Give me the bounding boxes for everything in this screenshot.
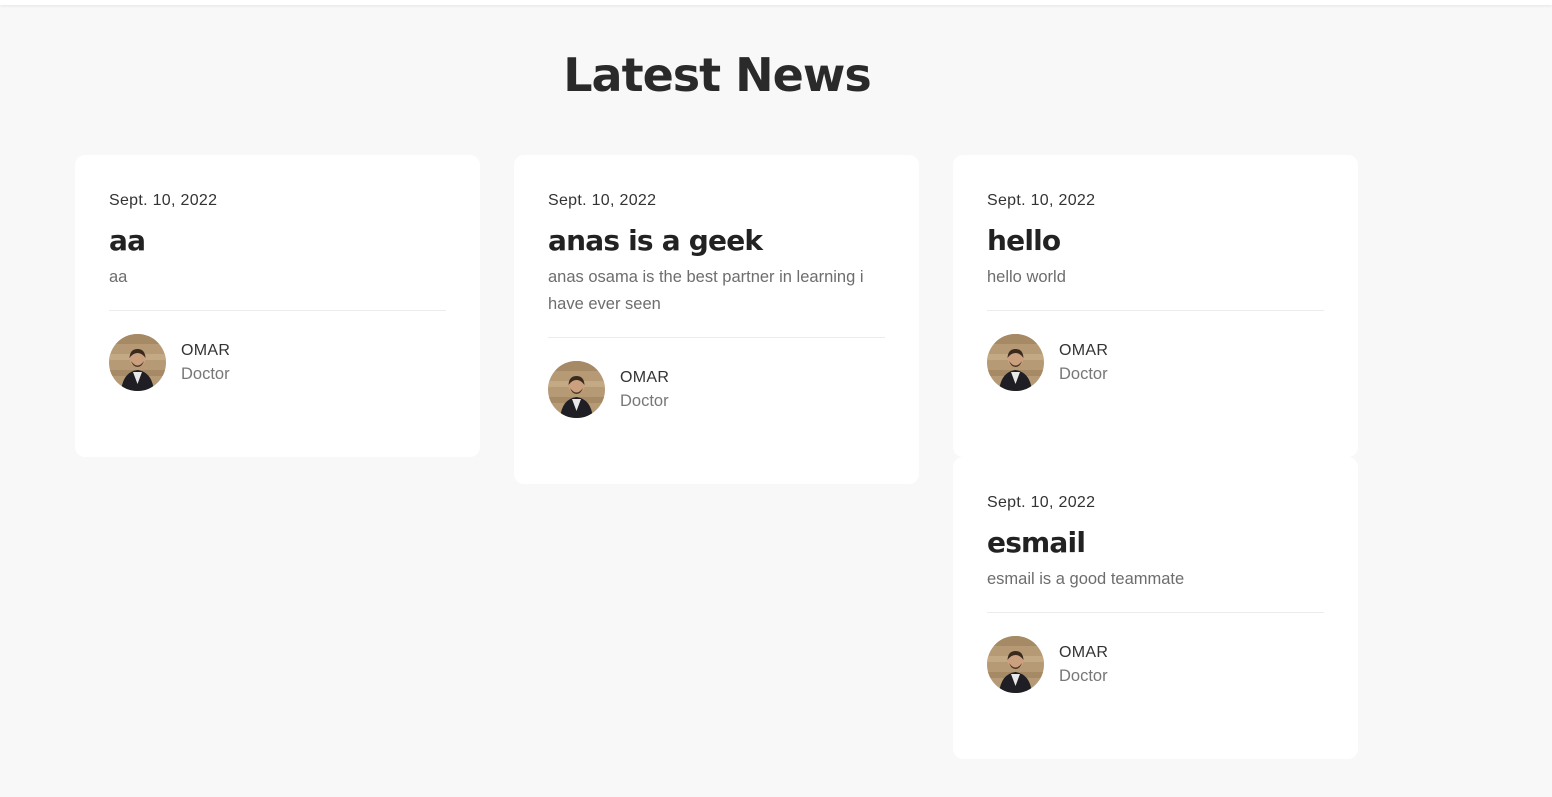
news-card[interactable]: Sept. 10, 2022 anas is a geek anas osama… xyxy=(514,155,919,484)
author-avatar xyxy=(987,334,1044,391)
header-bar xyxy=(0,0,1552,5)
author-role: Doctor xyxy=(1059,666,1108,685)
author-name: OMAR xyxy=(1059,341,1109,359)
author-name: OMAR xyxy=(181,341,231,359)
post-author: OMAR Doctor xyxy=(987,636,1324,693)
post-title[interactable]: esmail xyxy=(987,525,1324,561)
post-author: OMAR Doctor xyxy=(987,334,1324,391)
post-author: OMAR Doctor xyxy=(109,334,446,391)
section-title: Latest News xyxy=(563,48,872,102)
divider xyxy=(987,612,1324,613)
post-excerpt: anas osama is the best partner in learni… xyxy=(548,268,864,313)
post-excerpt: aa xyxy=(109,268,128,286)
post-date: Sept. 10, 2022 xyxy=(548,192,657,209)
author-role: Doctor xyxy=(620,391,669,410)
post-date: Sept. 10, 2022 xyxy=(109,192,218,209)
news-card[interactable]: Sept. 10, 2022 hello hello world OMAR Do… xyxy=(953,155,1358,457)
post-title[interactable]: anas is a geek xyxy=(548,223,885,259)
divider xyxy=(109,310,446,311)
divider xyxy=(548,337,885,338)
divider xyxy=(987,310,1324,311)
post-excerpt: hello world xyxy=(987,268,1066,286)
post-title[interactable]: hello xyxy=(987,223,1324,259)
author-name: OMAR xyxy=(1059,643,1109,661)
author-role: Doctor xyxy=(181,364,230,383)
author-avatar xyxy=(109,334,166,391)
news-card[interactable]: Sept. 10, 2022 esmail esmail is a good t… xyxy=(953,457,1358,759)
author-role: Doctor xyxy=(1059,364,1108,383)
post-title[interactable]: aa xyxy=(109,223,446,259)
post-date: Sept. 10, 2022 xyxy=(987,494,1096,511)
news-card[interactable]: Sept. 10, 2022 aa aa OMAR Doctor xyxy=(75,155,480,457)
post-date: Sept. 10, 2022 xyxy=(987,192,1096,209)
post-excerpt: esmail is a good teammate xyxy=(987,570,1185,588)
author-avatar xyxy=(987,636,1044,693)
author-name: OMAR xyxy=(620,368,670,386)
post-author: OMAR Doctor xyxy=(548,361,885,418)
author-avatar xyxy=(548,361,605,418)
